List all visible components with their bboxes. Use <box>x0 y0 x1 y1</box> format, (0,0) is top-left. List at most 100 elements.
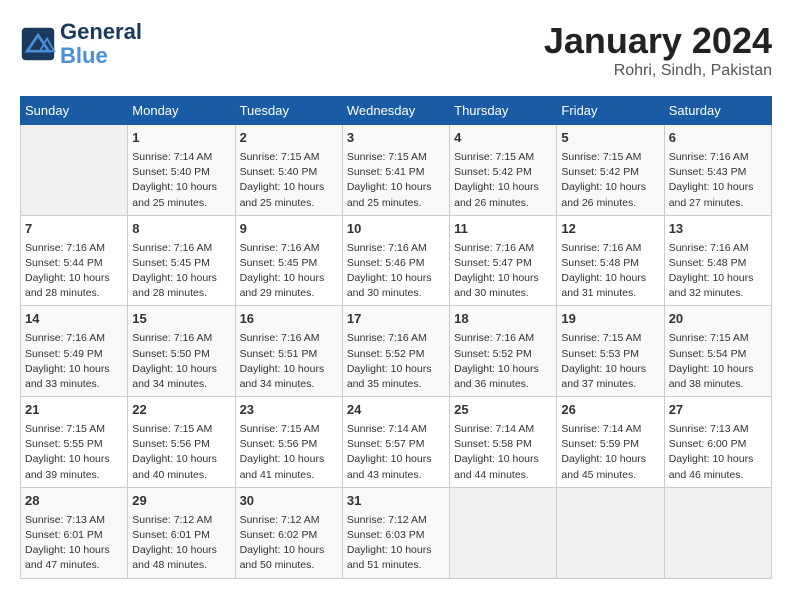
day-number: 15 <box>132 310 230 329</box>
day-number: 23 <box>240 401 338 420</box>
calendar-cell: 23Sunrise: 7:15 AMSunset: 5:56 PMDayligh… <box>235 397 342 488</box>
calendar-cell: 12Sunrise: 7:16 AMSunset: 5:48 PMDayligh… <box>557 215 664 306</box>
day-info: Sunrise: 7:15 AMSunset: 5:42 PMDaylight:… <box>561 150 659 211</box>
calendar-week-2: 7Sunrise: 7:16 AMSunset: 5:44 PMDaylight… <box>21 215 772 306</box>
calendar-cell: 15 Sunrise: 7:16 AMSunset: 5:50 PMDayligh… <box>128 306 235 397</box>
day-number: 8 <box>132 220 230 239</box>
day-number: 18 <box>454 310 552 329</box>
calendar-cell: 14 Sunrise: 7:16 AMSunset: 5:49 PMDayligh… <box>21 306 128 397</box>
calendar-cell <box>557 487 664 578</box>
calendar-cell: 4 Sunrise: 7:15 AMSunset: 5:42 PMDaylight… <box>450 125 557 216</box>
calendar-cell: 24 Sunrise: 7:14 AMSunset: 5:57 PMDayligh… <box>342 397 449 488</box>
day-info: Sunrise: 7:14 AMSunset: 5:57 PMDaylight:… <box>347 422 445 483</box>
calendar-cell: 3 Sunrise: 7:15 AMSunset: 5:41 PMDaylight… <box>342 125 449 216</box>
calendar-cell <box>450 487 557 578</box>
day-info: Sunrise: 7:16 AMSunset: 5:45 PMDaylight:… <box>240 241 338 302</box>
day-info: Sunrise: 7:16 AMSunset: 5:52 PMDaylight:… <box>347 331 445 392</box>
day-number: 28 <box>25 492 123 511</box>
calendar-cell: 26 Sunrise: 7:14 AMSunset: 5:59 PMDayligh… <box>557 397 664 488</box>
day-number: 24 <box>347 401 445 420</box>
weekday-header-row: SundayMondayTuesdayWednesdayThursdayFrid… <box>21 97 772 125</box>
day-number: 2 <box>240 129 338 148</box>
calendar-cell: 17 Sunrise: 7:16 AMSunset: 5:52 PMDayligh… <box>342 306 449 397</box>
day-info: Sunrise: 7:16 AMSunset: 5:50 PMDaylight:… <box>132 331 230 392</box>
day-number: 1 <box>132 129 230 148</box>
day-number: 29 <box>132 492 230 511</box>
calendar-cell: 11 Sunrise: 7:16 AMSunset: 5:47 PMDayligh… <box>450 215 557 306</box>
day-info: Sunrise: 7:16 AMSunset: 5:45 PMDaylight:… <box>132 241 230 302</box>
weekday-header-monday: Monday <box>128 97 235 125</box>
calendar-cell: 25Sunrise: 7:14 AMSunset: 5:58 PMDayligh… <box>450 397 557 488</box>
day-number: 19 <box>561 310 659 329</box>
calendar-week-1: 1 Sunrise: 7:14 AMSunset: 5:40 PMDaylight… <box>21 125 772 216</box>
day-info: Sunrise: 7:15 AMSunset: 5:41 PMDaylight:… <box>347 150 445 211</box>
day-number: 4 <box>454 129 552 148</box>
calendar-cell: 27 Sunrise: 7:13 AMSunset: 6:00 PMDayligh… <box>664 397 771 488</box>
day-info: Sunrise: 7:12 AMSunset: 6:03 PMDaylight:… <box>347 513 445 574</box>
day-number: 20 <box>669 310 767 329</box>
logo-text: GeneralBlue <box>60 20 142 68</box>
day-info: Sunrise: 7:15 AMSunset: 5:54 PMDaylight:… <box>669 331 767 392</box>
calendar-cell: 8 Sunrise: 7:16 AMSunset: 5:45 PMDaylight… <box>128 215 235 306</box>
day-number: 14 <box>25 310 123 329</box>
day-info: Sunrise: 7:13 AMSunset: 6:01 PMDaylight:… <box>25 513 123 574</box>
day-number: 6 <box>669 129 767 148</box>
weekday-header-wednesday: Wednesday <box>342 97 449 125</box>
calendar-week-4: 21 Sunrise: 7:15 AMSunset: 5:55 PMDayligh… <box>21 397 772 488</box>
calendar-cell: 18Sunrise: 7:16 AMSunset: 5:52 PMDayligh… <box>450 306 557 397</box>
day-number: 17 <box>347 310 445 329</box>
day-info: Sunrise: 7:13 AMSunset: 6:00 PMDaylight:… <box>669 422 767 483</box>
day-info: Sunrise: 7:16 AMSunset: 5:46 PMDaylight:… <box>347 241 445 302</box>
calendar-cell: 31 Sunrise: 7:12 AMSunset: 6:03 PMDayligh… <box>342 487 449 578</box>
day-number: 13 <box>669 220 767 239</box>
day-info: Sunrise: 7:14 AMSunset: 5:40 PMDaylight:… <box>132 150 230 211</box>
weekday-header-saturday: Saturday <box>664 97 771 125</box>
day-info: Sunrise: 7:15 AMSunset: 5:56 PMDaylight:… <box>132 422 230 483</box>
day-number: 25 <box>454 401 552 420</box>
calendar-cell: 16Sunrise: 7:16 AMSunset: 5:51 PMDayligh… <box>235 306 342 397</box>
calendar-cell: 9 Sunrise: 7:16 AMSunset: 5:45 PMDaylight… <box>235 215 342 306</box>
calendar-cell: 22 Sunrise: 7:15 AMSunset: 5:56 PMDayligh… <box>128 397 235 488</box>
day-number: 12 <box>561 220 659 239</box>
day-number: 11 <box>454 220 552 239</box>
day-number: 22 <box>132 401 230 420</box>
weekday-header-tuesday: Tuesday <box>235 97 342 125</box>
weekday-header-sunday: Sunday <box>21 97 128 125</box>
weekday-header-friday: Friday <box>557 97 664 125</box>
day-number: 31 <box>347 492 445 511</box>
calendar-cell: 1 Sunrise: 7:14 AMSunset: 5:40 PMDaylight… <box>128 125 235 216</box>
calendar-cell: 5 Sunrise: 7:15 AMSunset: 5:42 PMDaylight… <box>557 125 664 216</box>
day-info: Sunrise: 7:16 AMSunset: 5:44 PMDaylight:… <box>25 241 123 302</box>
calendar-cell: 20 Sunrise: 7:15 AMSunset: 5:54 PMDayligh… <box>664 306 771 397</box>
calendar-cell: 10Sunrise: 7:16 AMSunset: 5:46 PMDayligh… <box>342 215 449 306</box>
calendar-cell: 28 Sunrise: 7:13 AMSunset: 6:01 PMDayligh… <box>21 487 128 578</box>
day-info: Sunrise: 7:15 AMSunset: 5:55 PMDaylight:… <box>25 422 123 483</box>
day-info: Sunrise: 7:15 AMSunset: 5:40 PMDaylight:… <box>240 150 338 211</box>
day-number: 9 <box>240 220 338 239</box>
calendar-week-3: 14 Sunrise: 7:16 AMSunset: 5:49 PMDayligh… <box>21 306 772 397</box>
title-block: January 2024 Rohri, Sindh, Pakistan <box>544 20 772 80</box>
day-info: Sunrise: 7:14 AMSunset: 5:59 PMDaylight:… <box>561 422 659 483</box>
day-number: 3 <box>347 129 445 148</box>
day-number: 5 <box>561 129 659 148</box>
day-info: Sunrise: 7:15 AMSunset: 5:53 PMDaylight:… <box>561 331 659 392</box>
day-number: 30 <box>240 492 338 511</box>
day-number: 27 <box>669 401 767 420</box>
day-info: Sunrise: 7:12 AMSunset: 6:01 PMDaylight:… <box>132 513 230 574</box>
day-info: Sunrise: 7:16 AMSunset: 5:47 PMDaylight:… <box>454 241 552 302</box>
day-info: Sunrise: 7:12 AMSunset: 6:02 PMDaylight:… <box>240 513 338 574</box>
logo: GeneralBlue <box>20 20 142 68</box>
calendar-cell: 29 Sunrise: 7:12 AMSunset: 6:01 PMDayligh… <box>128 487 235 578</box>
calendar-cell: 7Sunrise: 7:16 AMSunset: 5:44 PMDaylight… <box>21 215 128 306</box>
day-info: Sunrise: 7:16 AMSunset: 5:49 PMDaylight:… <box>25 331 123 392</box>
calendar-cell: 30 Sunrise: 7:12 AMSunset: 6:02 PMDayligh… <box>235 487 342 578</box>
calendar-table: SundayMondayTuesdayWednesdayThursdayFrid… <box>20 96 772 579</box>
calendar-cell: 21 Sunrise: 7:15 AMSunset: 5:55 PMDayligh… <box>21 397 128 488</box>
day-info: Sunrise: 7:15 AMSunset: 5:42 PMDaylight:… <box>454 150 552 211</box>
calendar-cell <box>21 125 128 216</box>
calendar-cell: 6Sunrise: 7:16 AMSunset: 5:43 PMDaylight… <box>664 125 771 216</box>
day-info: Sunrise: 7:16 AMSunset: 5:51 PMDaylight:… <box>240 331 338 392</box>
calendar-week-5: 28 Sunrise: 7:13 AMSunset: 6:01 PMDayligh… <box>21 487 772 578</box>
day-number: 21 <box>25 401 123 420</box>
day-number: 26 <box>561 401 659 420</box>
